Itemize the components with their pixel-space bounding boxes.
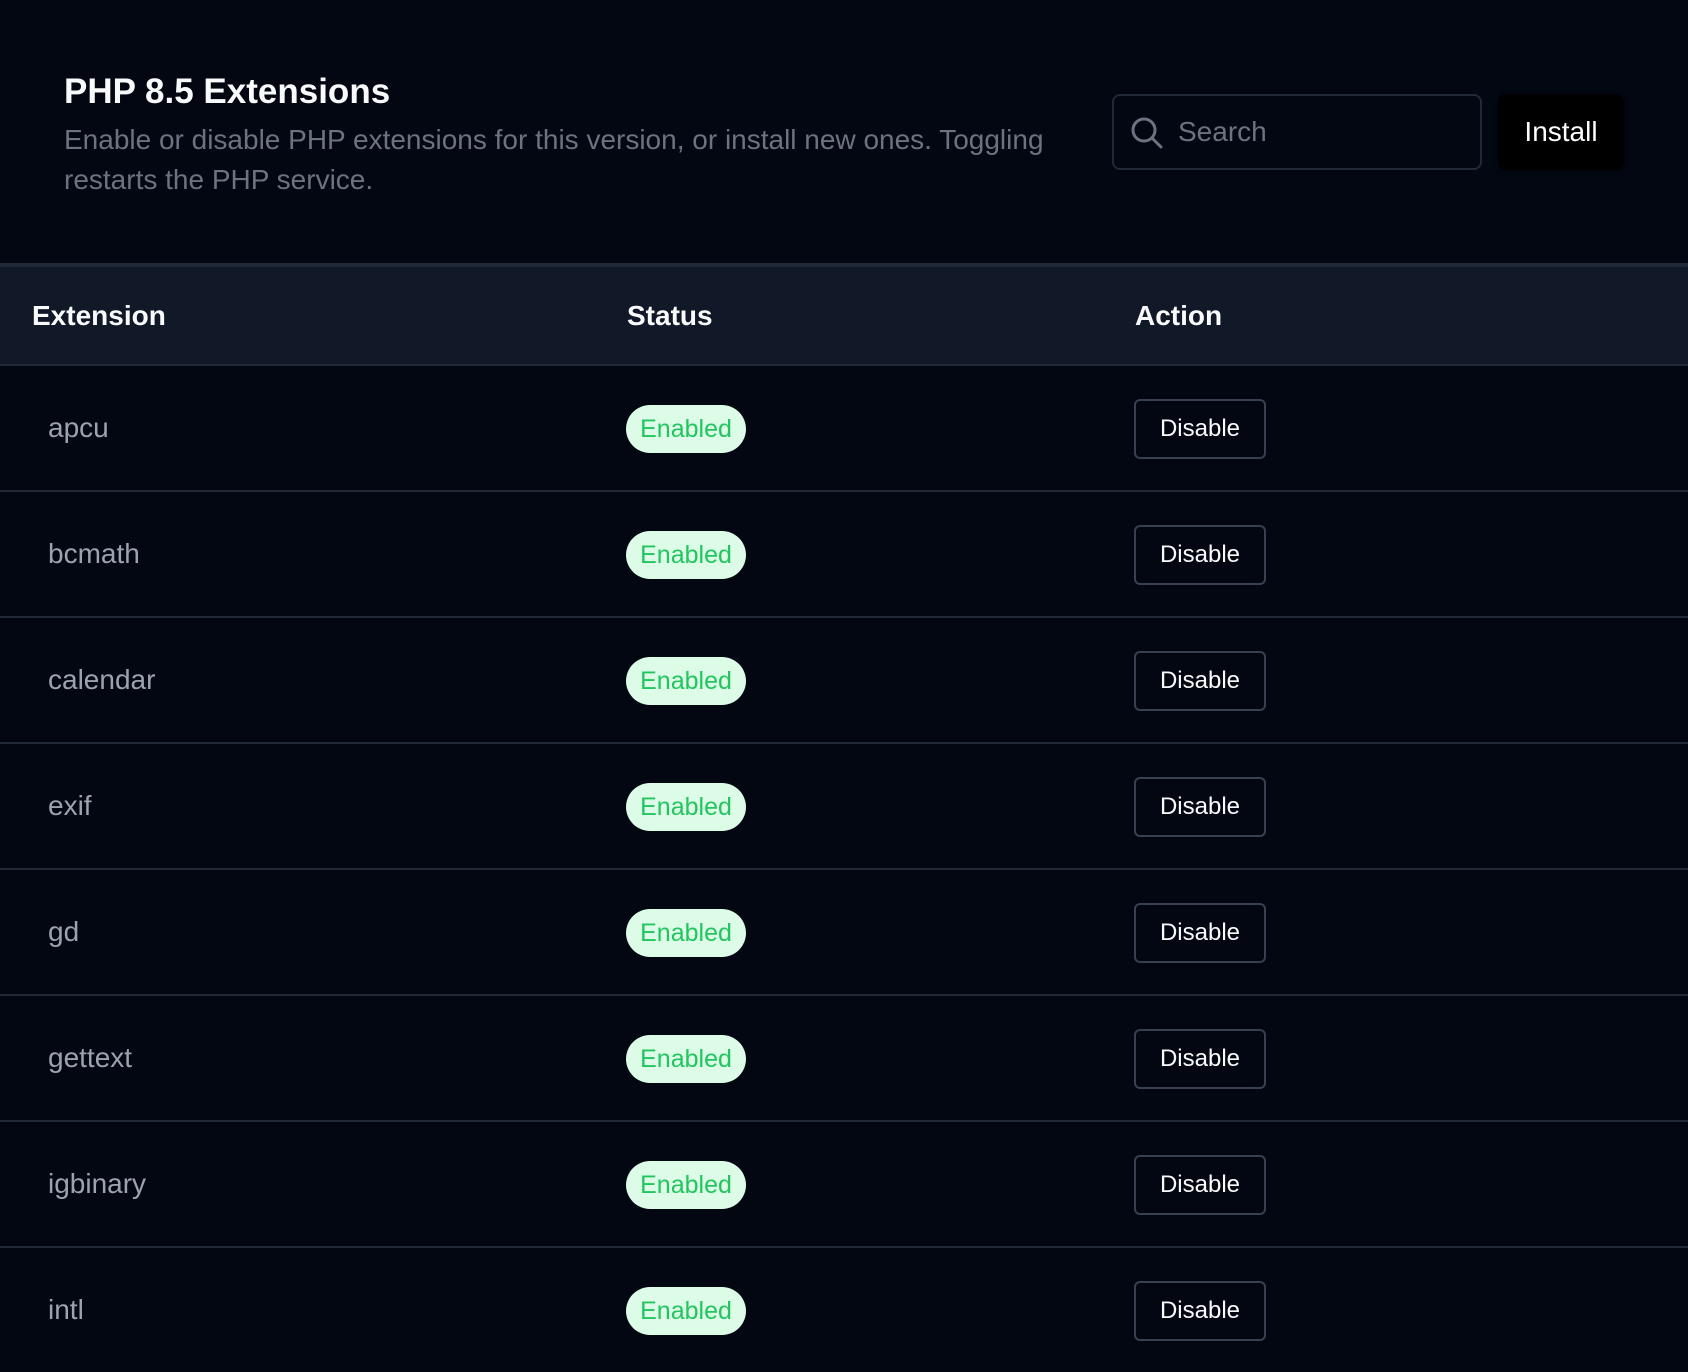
search-box[interactable] — [1112, 94, 1482, 170]
disable-button[interactable]: Disable — [1134, 1155, 1266, 1215]
page-title: PHP 8.5 Extensions — [64, 72, 391, 111]
table-row: intl Enabled Disable — [0, 1248, 1688, 1372]
table-row: exif Enabled Disable — [0, 744, 1688, 870]
disable-button[interactable]: Disable — [1134, 1029, 1266, 1089]
extension-name: apcu — [48, 412, 109, 443]
status-badge: Enabled — [626, 1161, 746, 1209]
page-header: PHP 8.5 Extensions Enable or disable PHP… — [0, 0, 1688, 263]
status-badge: Enabled — [626, 1287, 746, 1335]
disable-button[interactable]: Disable — [1134, 903, 1266, 963]
extension-name: exif — [48, 790, 92, 821]
extension-name: intl — [48, 1294, 84, 1325]
install-button[interactable]: Install — [1498, 94, 1624, 170]
page-description: Enable or disable PHP extensions for thi… — [64, 124, 1044, 195]
table-row: bcmath Enabled Disable — [0, 492, 1688, 618]
disable-button[interactable]: Disable — [1134, 777, 1266, 837]
disable-button[interactable]: Disable — [1134, 651, 1266, 711]
column-header-action: Action — [1135, 300, 1223, 331]
disable-button[interactable]: Disable — [1134, 525, 1266, 585]
disable-button[interactable]: Disable — [1134, 1281, 1266, 1341]
extension-name: gd — [48, 916, 80, 947]
table-row: gettext Enabled Disable — [0, 996, 1688, 1122]
column-header-extension: Extension — [32, 300, 166, 331]
status-badge: Enabled — [626, 909, 746, 957]
table-row: gd Enabled Disable — [0, 870, 1688, 996]
status-badge: Enabled — [626, 783, 746, 831]
extensions-table: Extension Status Action apcu Enabled Dis… — [0, 263, 1688, 1372]
status-badge: Enabled — [626, 657, 746, 705]
column-header-status: Status — [627, 300, 713, 331]
table-header: Extension Status Action — [0, 263, 1688, 366]
disable-button[interactable]: Disable — [1134, 399, 1266, 459]
extension-name: igbinary — [48, 1168, 147, 1199]
php-extensions-page: PHP 8.5 Extensions Enable or disable PHP… — [0, 0, 1688, 1372]
status-badge: Enabled — [626, 1035, 746, 1083]
table-row: igbinary Enabled Disable — [0, 1122, 1688, 1248]
extension-name: calendar — [48, 664, 156, 695]
table-row: apcu Enabled Disable — [0, 366, 1688, 492]
extension-name: gettext — [48, 1042, 133, 1073]
search-icon — [1131, 117, 1163, 149]
table-row: calendar Enabled Disable — [0, 618, 1688, 744]
extension-name: bcmath — [48, 538, 140, 569]
search-input[interactable] — [1178, 96, 1474, 168]
status-badge: Enabled — [626, 531, 746, 579]
status-badge: Enabled — [626, 405, 746, 453]
